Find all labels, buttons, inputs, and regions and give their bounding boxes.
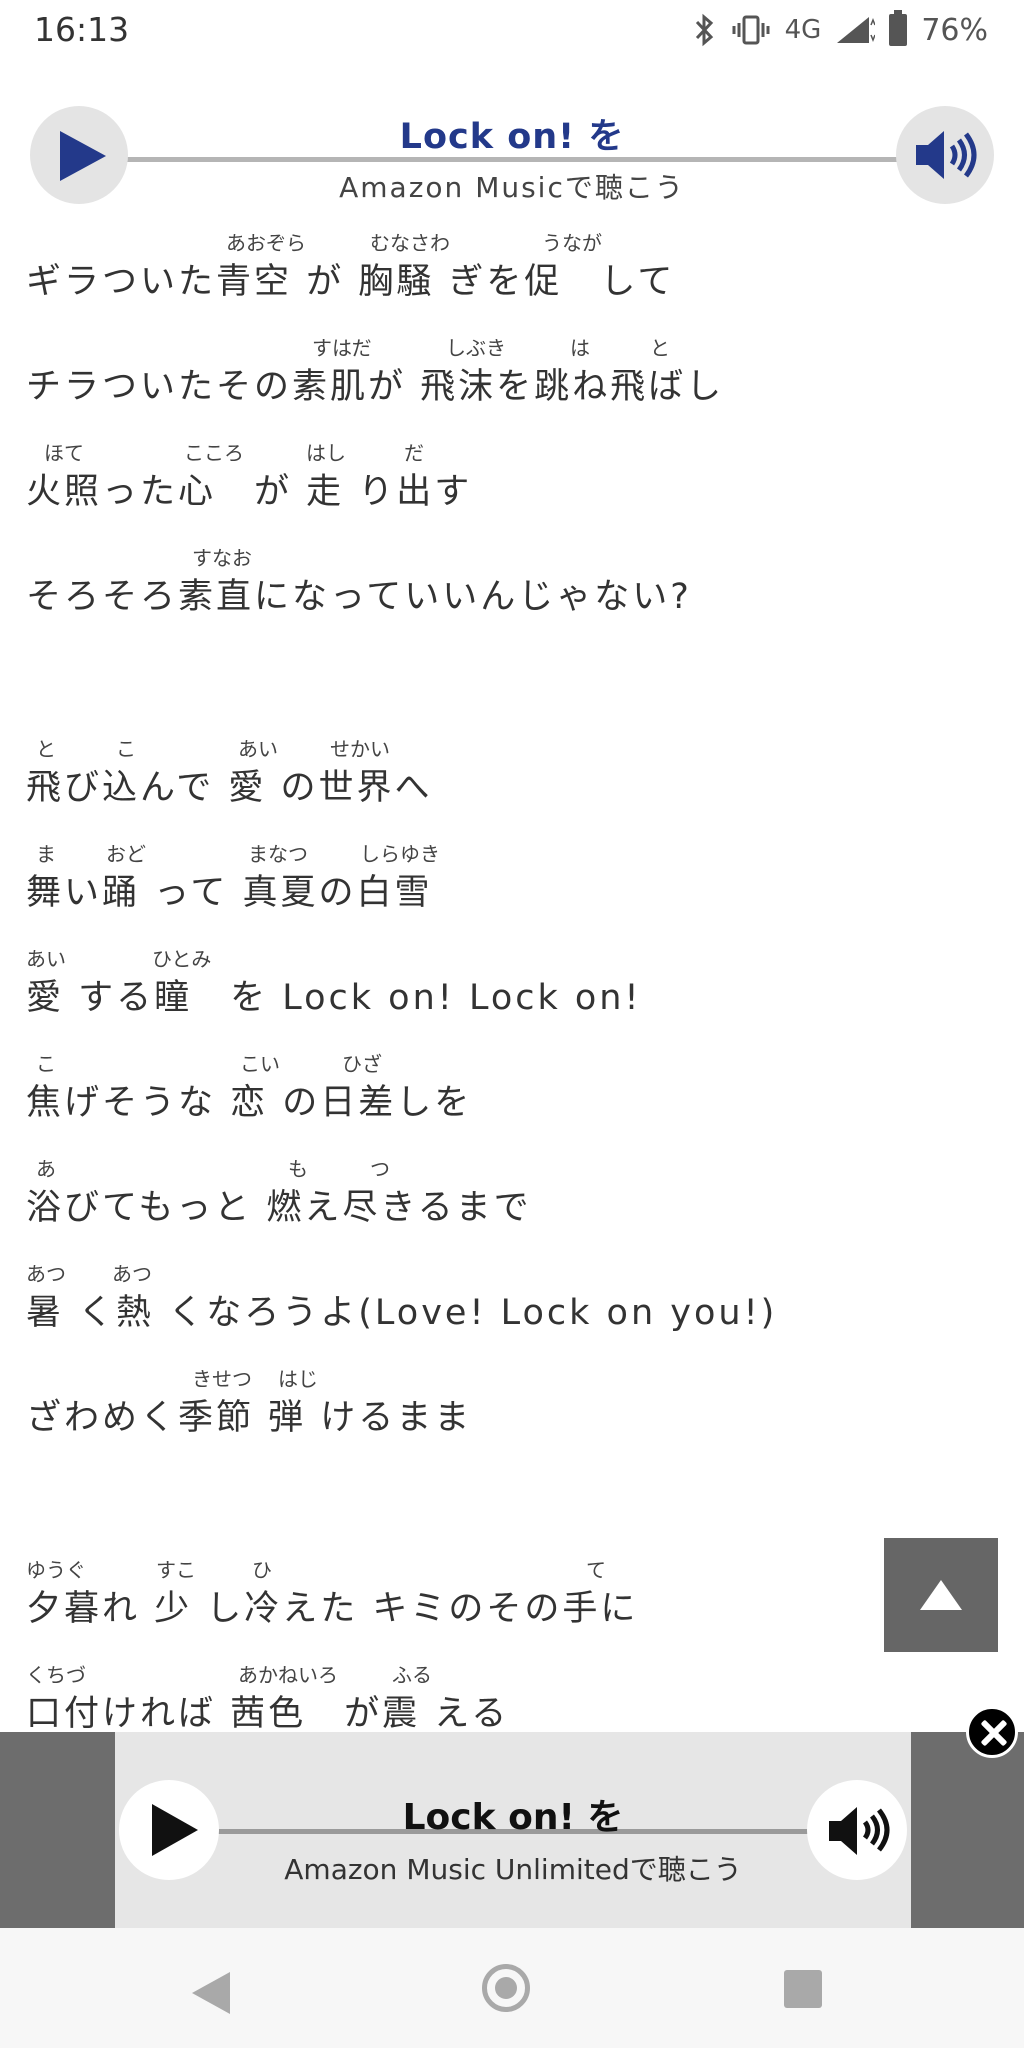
lyric-text: 暑 く熱 くなろうよ(Love! Lock on you!) <box>26 1293 778 1333</box>
ruby: あ <box>36 1157 56 1181</box>
lyric-text: 火照った心 が 走 り出す <box>26 472 473 512</box>
lyric-line: あつ あつ 暑 く熱 くなろうよ(Love! Lock on you!) <box>26 1246 1006 1351</box>
lyric-line: と こ あい せかい 飛び込んで 愛 の世界へ <box>26 721 1006 826</box>
ruby: はじ <box>278 1367 318 1391</box>
volume-icon <box>916 131 977 179</box>
ruby: しらゆき <box>360 842 440 866</box>
lyric-line: ほて こころ はし だ 火照った心 が 走 り出す <box>26 425 1006 530</box>
player-title[interactable]: Lock on! を <box>0 108 1024 159</box>
ruby: と <box>36 737 56 761</box>
battery-level: 76% <box>921 12 988 48</box>
status-icons: 4G 76% <box>693 10 988 50</box>
ruby: こい <box>240 1052 280 1076</box>
ruby: と <box>650 336 670 360</box>
recents-icon[interactable] <box>784 1970 822 2008</box>
arrow-up-icon <box>920 1580 962 1610</box>
ruby: あつ <box>112 1262 152 1286</box>
ruby: せかい <box>330 737 390 761</box>
ruby: こ <box>116 737 136 761</box>
ruby: しぶき <box>446 336 506 360</box>
status-time: 16:13 <box>34 10 130 49</box>
lyric-line: あい ひとみ 愛 する瞳 を Lock on! Lock on! <box>26 931 1006 1036</box>
ruby: うなが <box>542 231 602 255</box>
vibrate-icon <box>732 15 770 45</box>
lyric-line: ゆうぐ すこ ひ て 夕暮れ 少 し冷えた キミのその手に <box>26 1542 1006 1647</box>
lyric-text: 愛 する瞳 を Lock on! Lock on! <box>26 978 642 1018</box>
ruby: は <box>570 336 590 360</box>
lyric-text: 口付ければ 茜色 が震 える <box>26 1694 510 1734</box>
ruby: も <box>288 1157 308 1181</box>
network-type: 4G <box>784 15 822 45</box>
lyric-text: 夕暮れ 少 し冷えた キミのその手に <box>26 1589 639 1629</box>
ruby: むなさわ <box>370 231 450 255</box>
ruby: あおぞら <box>226 231 306 255</box>
ruby: すなお <box>192 546 252 570</box>
ruby: こ <box>36 1052 56 1076</box>
ruby: まなつ <box>248 842 308 866</box>
lyric-line: あ も つ 浴びてもっと 燃え尽きるまで <box>26 1141 1006 1246</box>
close-overlay-button[interactable] <box>966 1706 1018 1758</box>
lyric-text: チラついたその素肌が 飛沫を跳ね飛ばし <box>26 367 725 407</box>
ruby: ひざ <box>342 1052 382 1076</box>
ruby: つ <box>370 1157 390 1181</box>
player-subtitle[interactable]: Amazon Musicで聴こう <box>0 166 1024 206</box>
volume-icon <box>829 1807 890 1855</box>
ruby: ま <box>36 842 56 866</box>
lyric-line: こ こい ひざ 焦げそうな 恋 の日差しを <box>26 1036 1006 1141</box>
volume-button[interactable] <box>896 106 994 204</box>
battery-icon <box>889 10 908 46</box>
ruby: て <box>586 1558 606 1582</box>
stanza-gap <box>26 635 1006 721</box>
ruby: おど <box>106 842 146 866</box>
lyric-text: 飛び込んで 愛 の世界へ <box>26 768 433 808</box>
player-title[interactable]: Lock on! を <box>115 1788 911 1840</box>
ruby: くちづ <box>26 1663 86 1687</box>
volume-button[interactable] <box>807 1780 907 1880</box>
player-subtitle[interactable]: Amazon Music Unlimitedで聴こう <box>115 1848 911 1888</box>
bottom-player-panel: Lock on! を Amazon Music Unlimitedで聴こう <box>115 1732 911 1928</box>
lyric-line: あおぞら むなさわ うなが ギラついた青空 が 胸騒 ぎを促 して <box>26 215 1006 320</box>
scroll-to-top-button[interactable] <box>884 1538 998 1652</box>
bluetooth-icon <box>695 13 713 47</box>
lyric-text: 浴びてもっと 燃え尽きるまで <box>26 1188 532 1228</box>
signal-icon <box>837 17 876 43</box>
ruby: すこ <box>156 1558 196 1582</box>
lyric-line: すなお そろそろ素直になっていいんじゃない? <box>26 530 1006 635</box>
lyric-text: ざわめく季節 弾 けるまま <box>26 1398 473 1438</box>
lyric-line: きせつ はじ ざわめく季節 弾 けるまま <box>26 1351 1006 1456</box>
ruby: すはだ <box>312 336 372 360</box>
ruby: あい <box>26 947 66 971</box>
ruby: きせつ <box>192 1367 252 1391</box>
ruby: だ <box>404 441 424 465</box>
lyric-text: 舞い踊 って 真夏の白雪 <box>26 873 433 913</box>
bottom-player-overlay: Lock on! を Amazon Music Unlimitedで聴こう <box>0 1732 1024 1928</box>
ruby: ひとみ <box>152 947 212 971</box>
lyric-text: ギラついた青空 が 胸騒 ぎを促 して <box>26 262 676 302</box>
lyric-line: すはだ しぶき は と チラついたその素肌が 飛沫を跳ね飛ばし <box>26 320 1006 425</box>
back-icon[interactable] <box>192 1972 230 2014</box>
lyric-text: 焦げそうな 恋 の日差しを <box>26 1083 473 1123</box>
ruby: ひ <box>252 1558 272 1582</box>
ruby: ほて <box>44 441 84 465</box>
ruby: はし <box>306 441 346 465</box>
ruby: あかねいろ <box>238 1663 338 1687</box>
home-icon[interactable] <box>482 1964 530 2012</box>
lyrics-body: あおぞら むなさわ うなが ギラついた青空 が 胸騒 ぎを促 して すはだ しぶきはと… <box>26 215 1006 1752</box>
stanza-gap <box>26 1456 1006 1542</box>
status-bar: 16:13 4G 76% <box>0 0 1024 60</box>
ruby: あい <box>238 737 278 761</box>
lyric-line: ま おど まなつ しらゆき 舞い踊 って 真夏の白雪 <box>26 826 1006 931</box>
lyric-text: そろそろ素直になっていいんじゃない? <box>26 577 692 617</box>
ruby: ふる <box>392 1663 432 1687</box>
top-music-player: Lock on! を Amazon Musicで聴こう <box>0 100 1024 210</box>
system-nav-bar <box>0 1928 1024 2048</box>
ruby: ゆうぐ <box>26 1558 86 1582</box>
ruby: あつ <box>26 1262 66 1286</box>
ruby: こころ <box>184 441 244 465</box>
